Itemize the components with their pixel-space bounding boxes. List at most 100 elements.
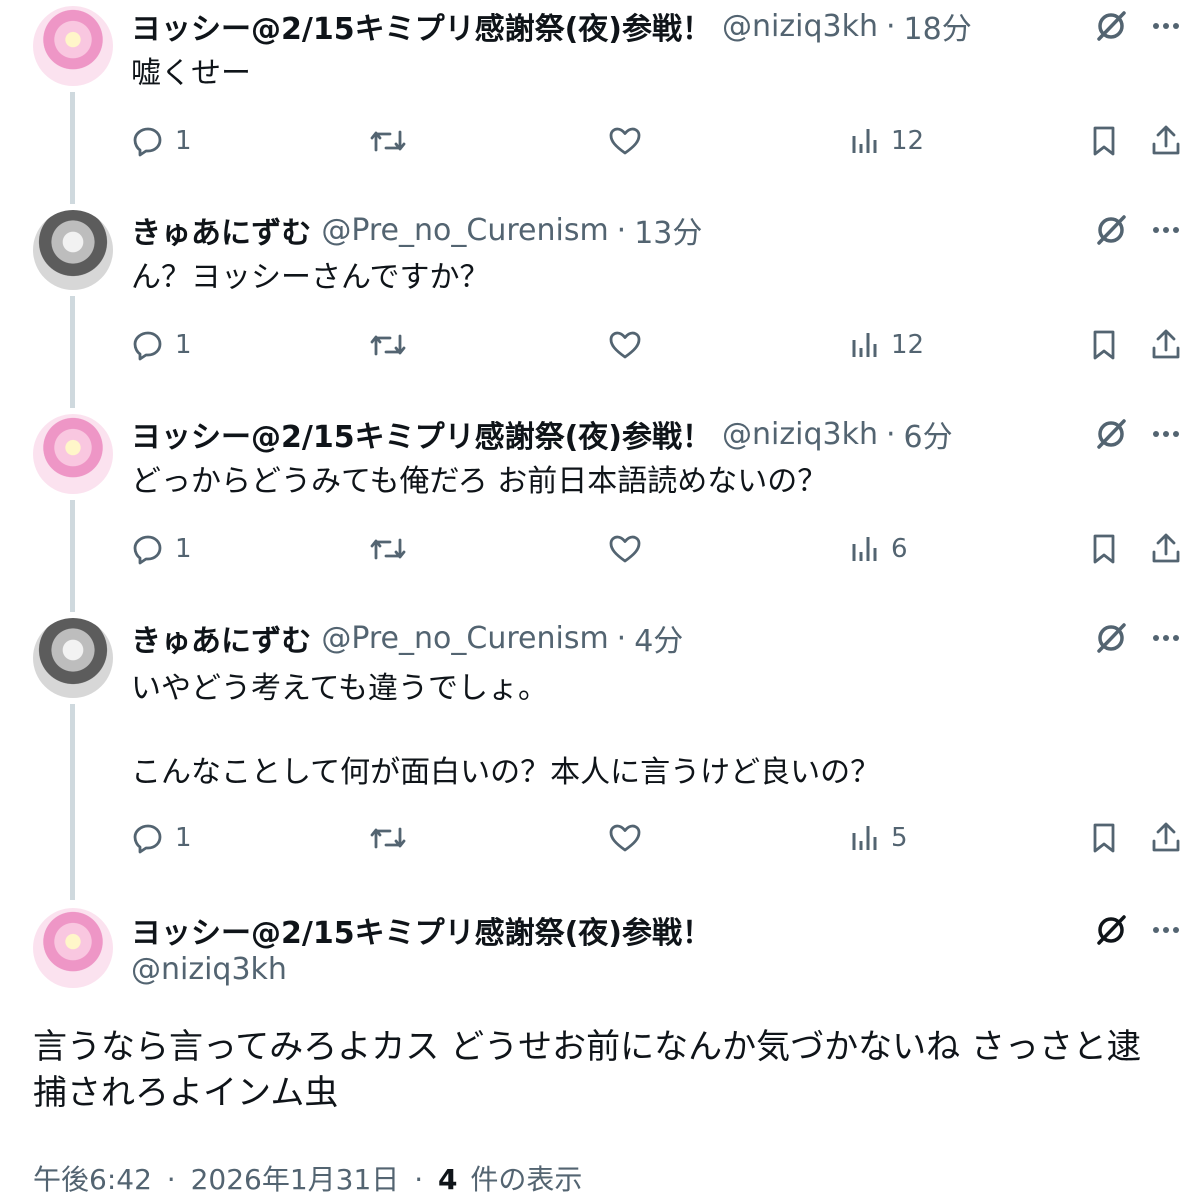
reply-count: 1 <box>175 330 192 360</box>
main-user-handle[interactable]: @niziq3kh <box>131 952 287 987</box>
more-icon[interactable] <box>1148 2 1184 38</box>
retweet-icon <box>370 827 406 849</box>
retweet-button[interactable] <box>368 814 408 862</box>
action-bar: 1 6 <box>0 525 1197 573</box>
share-icon <box>1152 533 1180 563</box>
tweet-text: いやどう考えても違うでしょ。 こんなことして何が面白いの？本人に言うけど良いの？ <box>131 671 881 790</box>
views-icon <box>852 129 877 153</box>
reply-icon <box>133 331 162 361</box>
views-button[interactable]: 12 <box>849 321 924 369</box>
views-label: 件の表示 <box>470 1163 583 1196</box>
main-display-name[interactable]: ヨッシー@2/15キミプリ感謝祭(夜)参戦！ <box>131 908 712 952</box>
retweet-icon <box>370 538 406 560</box>
translate-icon[interactable] <box>1093 212 1129 248</box>
separator: · <box>885 8 896 44</box>
retweet-button[interactable] <box>368 525 408 573</box>
tweet-date[interactable]: 2026年1月31日 <box>191 1163 400 1196</box>
views-button[interactable]: 5 <box>849 814 908 862</box>
bookmark-icon <box>1093 534 1115 564</box>
separator: · <box>616 620 627 656</box>
like-button[interactable] <box>607 321 643 369</box>
bookmark-icon <box>1093 823 1115 853</box>
bookmark-button[interactable] <box>1087 525 1121 573</box>
separator: · <box>414 1163 424 1196</box>
bookmark-button[interactable] <box>1087 117 1121 165</box>
more-icon[interactable] <box>1148 206 1184 242</box>
timestamp[interactable]: 6分 <box>904 412 953 456</box>
share-button[interactable] <box>1149 814 1183 862</box>
avatar[interactable] <box>33 6 113 86</box>
tweet-header: きゅあにずむ @Pre_no_Curenism · 13分 <box>131 208 702 252</box>
translate-icon[interactable] <box>1093 620 1129 656</box>
tweet-meta: 午後6:42 · 2026年1月31日 · 4 件の表示 <box>33 1158 582 1198</box>
translate-icon[interactable] <box>1093 8 1129 44</box>
translate-icon[interactable] <box>1093 416 1129 452</box>
separator: · <box>166 1163 176 1196</box>
tweet-time[interactable]: 午後6:42 <box>33 1163 152 1196</box>
display-name[interactable]: ヨッシー@2/15キミプリ感謝祭(夜)参戦！ <box>131 412 712 456</box>
views-icon <box>852 333 877 357</box>
action-bar: 1 12 <box>0 321 1197 369</box>
more-icon[interactable] <box>1148 410 1184 446</box>
reply-icon <box>133 127 162 157</box>
more-icon[interactable] <box>1148 906 1184 942</box>
like-button[interactable] <box>607 117 643 165</box>
translate-icon[interactable] <box>1093 912 1129 948</box>
retweet-button[interactable] <box>368 321 408 369</box>
reply-button[interactable]: 1 <box>131 117 192 165</box>
share-icon <box>1152 822 1180 852</box>
avatar[interactable] <box>33 414 113 494</box>
bookmark-icon <box>1093 126 1115 156</box>
avatar[interactable] <box>33 210 113 290</box>
main-tweet-text: 言うなら言ってみろよカス どうせお前になんか気づかないね さっさと逮捕されろよイ… <box>33 1027 1141 1113</box>
reply-button[interactable]: 1 <box>131 525 192 573</box>
user-handle[interactable]: @niziq3kh <box>722 417 878 452</box>
views-count: 5 <box>891 823 908 853</box>
tweet-header: ヨッシー@2/15キミプリ感謝祭(夜)参戦！ @niziq3kh · 18分 <box>131 4 972 48</box>
like-icon <box>609 535 641 563</box>
bookmark-button[interactable] <box>1087 321 1121 369</box>
display-name[interactable]: ヨッシー@2/15キミプリ感謝祭(夜)参戦！ <box>131 4 712 48</box>
views-count: 6 <box>891 534 908 564</box>
share-button[interactable] <box>1149 321 1183 369</box>
reply-button[interactable]: 1 <box>131 814 192 862</box>
views-button[interactable]: 12 <box>849 117 924 165</box>
user-handle[interactable]: @Pre_no_Curenism <box>321 213 608 248</box>
display-name[interactable]: きゅあにずむ <box>131 208 311 252</box>
share-button[interactable] <box>1149 117 1183 165</box>
like-button[interactable] <box>607 814 643 862</box>
share-button[interactable] <box>1149 525 1183 573</box>
separator: · <box>885 416 896 452</box>
views-icon <box>852 826 877 850</box>
display-name[interactable]: きゅあにずむ <box>131 616 311 660</box>
views-count: 12 <box>891 126 925 156</box>
action-bar: 1 5 <box>0 814 1197 862</box>
timestamp[interactable]: 18分 <box>904 4 972 48</box>
retweet-button[interactable] <box>368 117 408 165</box>
share-icon <box>1152 125 1180 155</box>
tweet-text: どっからどうみても俺だろ お前日本語読めないの？ <box>131 464 828 499</box>
user-handle[interactable]: @niziq3kh <box>722 9 878 44</box>
timestamp[interactable]: 13分 <box>634 208 702 252</box>
views-total: 4 <box>438 1163 458 1196</box>
tweet-text: ん？ヨッシーさんですか？ <box>131 260 490 295</box>
views-count: 12 <box>891 330 925 360</box>
reply-icon <box>133 535 162 565</box>
like-icon <box>609 127 641 155</box>
reply-count: 1 <box>175 534 192 564</box>
user-handle[interactable]: @Pre_no_Curenism <box>321 621 608 656</box>
timestamp[interactable]: 4分 <box>634 616 683 660</box>
bookmark-button[interactable] <box>1087 814 1121 862</box>
main-avatar[interactable] <box>33 908 113 988</box>
more-icon[interactable] <box>1148 614 1184 650</box>
share-icon <box>1152 329 1180 359</box>
like-button[interactable] <box>607 525 643 573</box>
separator: · <box>616 212 627 248</box>
reply-button[interactable]: 1 <box>131 321 192 369</box>
tweet-header: きゅあにずむ @Pre_no_Curenism · 4分 <box>131 616 683 660</box>
reply-count: 1 <box>175 126 192 156</box>
avatar[interactable] <box>33 618 113 698</box>
retweet-icon <box>370 130 406 152</box>
reply-count: 1 <box>175 823 192 853</box>
views-button[interactable]: 6 <box>849 525 908 573</box>
